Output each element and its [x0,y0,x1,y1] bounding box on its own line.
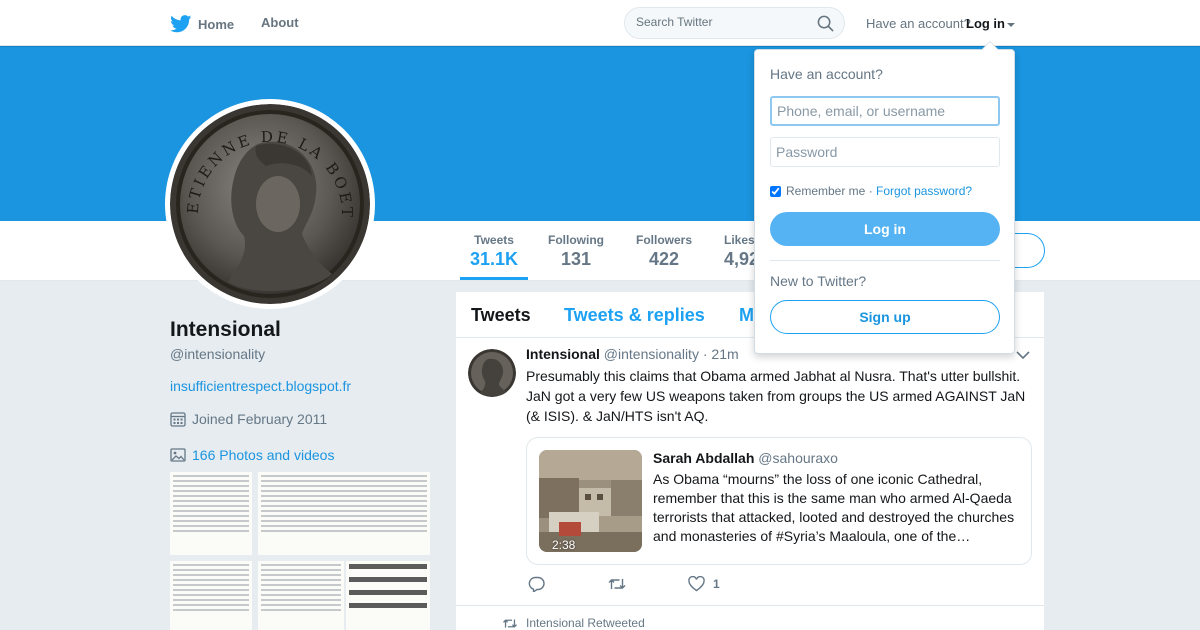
media-thumbnail[interactable] [170,561,252,630]
search-box [624,7,845,39]
profile-website-link[interactable]: insufficientrespect.blogspot.fr [170,378,351,394]
tweet-separator: · [702,346,708,362]
profile-joined: Joined February 2011 [170,411,327,427]
login-button[interactable]: Log in [770,212,1000,246]
reply-button[interactable] [528,576,545,592]
like-count: 1 [713,577,720,591]
tweet-header: Intensional @intensionality · 21m [526,346,739,362]
stat-followers[interactable]: Followers 422 [636,233,692,270]
quoted-author-name[interactable]: Sarah Abdallah [653,450,754,466]
caret-down-icon [1007,22,1015,27]
quoted-tweet[interactable]: 2:38 Sarah Abdallah @sahouraxo As Obama … [526,437,1032,565]
profile-name[interactable]: Intensional [170,318,281,342]
divider [770,260,1000,261]
heart-icon [688,576,705,592]
nav-home-link[interactable]: Home [170,15,234,33]
remember-me-checkbox[interactable] [770,185,781,197]
stat-label: Following [548,233,604,247]
tweet-avatar[interactable] [468,349,516,397]
calendar-icon [170,412,186,427]
stat-value: 131 [560,249,592,269]
retweet-icon [608,579,626,589]
tweet-actions: 1 [526,576,826,596]
retweet-button[interactable] [608,576,626,592]
quoted-tweet-video-thumbnail[interactable]: 2:38 [539,450,642,552]
quoted-author-handle[interactable]: @sahouraxo [758,450,838,466]
tab-media[interactable]: M [739,305,754,326]
tweet-timestamp[interactable]: 21m [711,346,738,362]
tab-tweets[interactable]: Tweets [471,305,531,326]
quoted-tweet-text: As Obama “mourns” the loss of one iconic… [653,471,1015,544]
stat-label: Tweets [474,233,514,247]
photos-videos-link[interactable]: 166 Photos and videos [170,447,334,463]
tweet-author-name[interactable]: Intensional [526,346,600,362]
twitter-bird-icon [170,15,192,33]
username-input[interactable] [770,96,1000,126]
retweeted-label[interactable]: Intensional Retweeted [526,616,645,630]
search-icon[interactable] [817,15,834,32]
quoted-tweet-header: Sarah Abdallah @sahouraxo [653,450,838,466]
signup-button[interactable]: Sign up [770,300,1000,334]
retweet-icon [503,618,517,628]
search-input[interactable] [636,15,806,29]
tweet-text: Presumably this claims that Obama armed … [526,368,1026,424]
stat-tweets[interactable]: Tweets 31.1K [459,233,529,280]
stat-label: Followers [636,233,693,247]
login-dropdown: Have an account? Remember me · Forgot pa… [754,41,1015,354]
login-link-label: Log in [966,16,1005,31]
password-input[interactable] [770,137,1000,167]
profile-handle: @intensionality [170,346,266,362]
media-thumbnail[interactable] [170,472,252,555]
media-thumbnails [170,472,430,630]
new-to-twitter-text: New to Twitter? [770,273,867,289]
login-dropdown-title: Have an account? [770,66,883,82]
chevron-down-icon[interactable] [1016,350,1030,360]
login-dropdown-toggle[interactable]: Log in [966,16,1015,31]
tweet-author-handle[interactable]: @intensionality [604,346,699,362]
reply-icon [528,576,545,592]
have-account-text: Have an account? [866,16,971,31]
remember-separator: · [868,184,873,198]
profile-avatar[interactable]: ETIENNE DE LA BOETIE [165,99,375,309]
video-duration: 2:38 [552,538,576,552]
media-thumbnail[interactable] [258,472,430,555]
tab-tweets-replies[interactable]: Tweets & replies [564,305,705,326]
photos-videos-label: 166 Photos and videos [192,447,335,463]
remember-me-label[interactable]: Remember me [786,184,865,198]
stat-value: 31.1K [470,249,519,269]
photo-icon [170,448,186,462]
avatar-medal-image: ETIENNE DE LA BOETIE [170,104,370,304]
like-button[interactable]: 1 [688,576,720,592]
retweeted-context: Intensional Retweeted [456,605,1044,630]
forgot-password-link[interactable]: Forgot password? [876,184,972,198]
stat-value: 422 [648,249,680,269]
joined-text: Joined February 2011 [192,411,328,427]
stat-following[interactable]: Following 131 [548,233,604,270]
remember-row: Remember me · Forgot password? [770,184,972,198]
media-thumbnail[interactable] [346,561,430,630]
nav-home-label: Home [198,16,235,32]
media-thumbnail[interactable] [258,561,344,630]
nav-about-label: About [261,15,299,30]
nav-about-link[interactable]: About [261,15,299,30]
top-navigation-bar: Home About Have an account? Log in [0,0,1200,46]
